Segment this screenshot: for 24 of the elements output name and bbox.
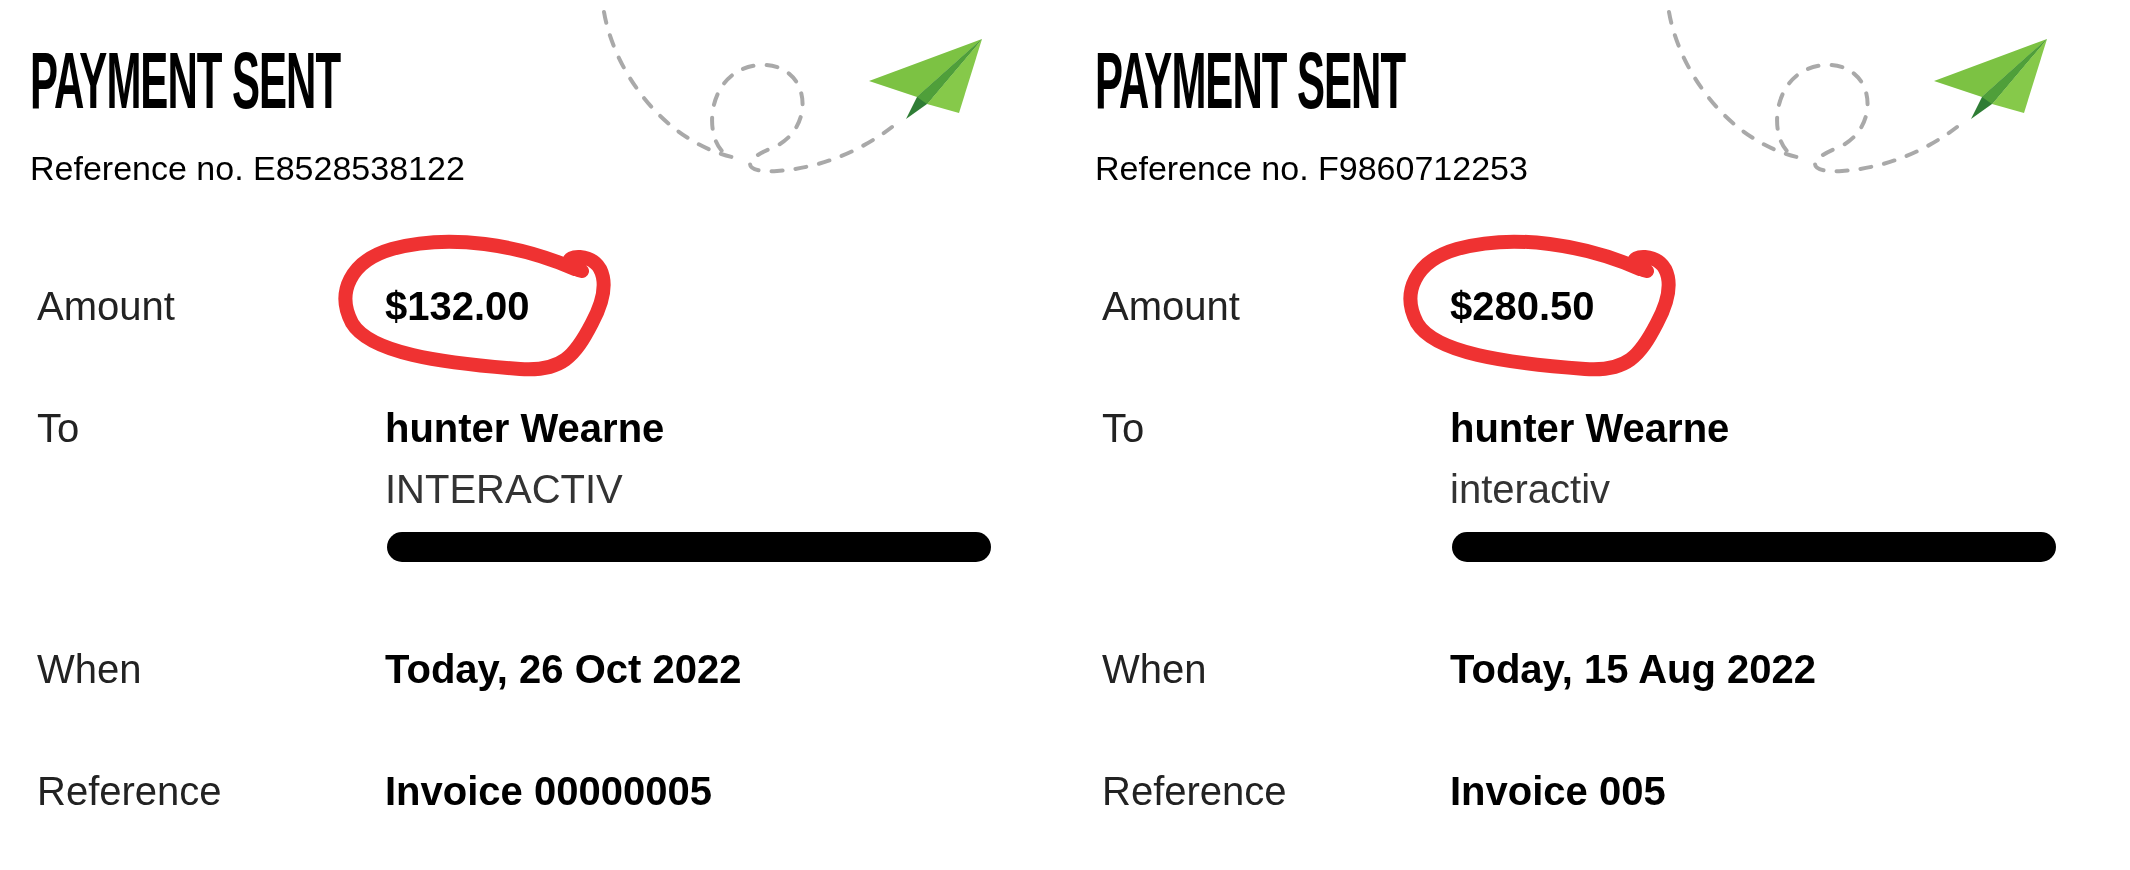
payee-detail: INTERACTIV	[385, 466, 623, 513]
field-label: To	[37, 405, 81, 452]
field-value: Invoice 005	[1450, 768, 1666, 815]
field-label: To	[1102, 405, 1146, 452]
reference-number-text: Reference no. E8528538122	[30, 151, 465, 185]
amount-value: $280.50	[1450, 281, 1595, 331]
field-value: Today, 26 Oct 2022	[385, 646, 742, 693]
field-label: Reference	[37, 768, 223, 815]
field-label: Amount	[1102, 283, 1241, 330]
payee-name: hunter Wearne	[385, 405, 665, 452]
payee-detail: interactiv	[1450, 466, 1611, 513]
field-label: Reference	[1102, 768, 1288, 815]
field-label: Amount	[37, 283, 176, 330]
paper-plane-icon	[869, 39, 982, 119]
amount-value: $132.00	[385, 281, 530, 331]
reference-number-text: Reference no. F9860712253	[1095, 151, 1528, 185]
field-value: Today, 15 Aug 2022	[1450, 646, 1817, 693]
payment-status-heading: PAYMENT SENT	[30, 41, 341, 121]
payee-name: hunter Wearne	[1450, 405, 1730, 452]
field-value: Invoice 00000005	[385, 768, 712, 815]
payment-status-heading: PAYMENT SENT	[1095, 41, 1406, 121]
field-label: When	[37, 646, 143, 693]
paper-plane-icon	[1934, 39, 2047, 119]
field-label: When	[1102, 646, 1208, 693]
